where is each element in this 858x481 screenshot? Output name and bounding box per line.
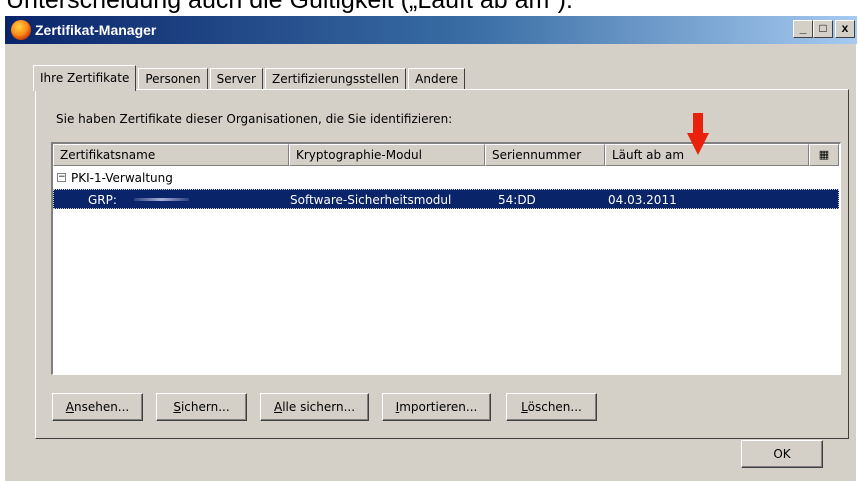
maximize-button[interactable]: □ [813,20,833,38]
firefox-icon [11,20,31,40]
close-button[interactable]: x [835,20,855,38]
delete-button[interactable]: Löschen... [506,393,597,421]
tab-people[interactable]: Personen [138,68,208,90]
backup-all-button[interactable]: Alle sichern... [260,393,369,421]
tree-header: Zertifikatsname Kryptographie-Modul Seri… [53,144,839,166]
column-picker-icon[interactable]: ▦ [809,144,839,166]
column-header-module[interactable]: Kryptographie-Modul [289,144,485,166]
cell-module: Software-Sicherheitsmodul [290,193,452,207]
redacted-name-bar [134,198,189,201]
tab-others[interactable]: Andere [408,68,466,90]
group-label: PKI-1-Verwaltung [71,171,173,185]
collapse-icon[interactable]: − [57,173,66,182]
caption-strip: Unterscheidung auch die Gültigkeit („Läu… [0,0,858,16]
backup-button[interactable]: Sichern... [156,393,247,421]
window-title: Zertifikat-Manager [35,22,157,38]
certificate-manager-window: Zertifikat-Manager _ □ x Ihre Zertifikat… [4,16,857,481]
cell-serial: 54:DD [498,193,536,207]
view-label: nsehen... [73,400,130,414]
tab-your-certificates[interactable]: Ihre Zertifikate [33,65,137,91]
table-row[interactable]: GRP: Software-Sicherheitsmodul 54:DD 04.… [53,189,839,209]
view-accel: A [65,400,74,414]
title-bar[interactable]: Zertifikat-Manager _ □ x [5,16,857,44]
tab-authorities[interactable]: Zertifizierungsstellen [265,68,407,90]
column-header-name[interactable]: Zertifikatsname [53,144,289,166]
window-controls: _ □ x [793,20,855,38]
ok-button[interactable]: OK [741,440,823,468]
intro-text: Sie haben Zertifikate dieser Organisatio… [56,112,453,126]
tree-group-row[interactable]: − PKI-1-Verwaltung [53,168,839,188]
backup-label: ichern... [180,400,230,414]
certificate-tree[interactable]: Zertifikatsname Kryptographie-Modul Seri… [51,142,841,375]
minimize-button[interactable]: _ [793,20,813,38]
import-button[interactable]: Importieren... [382,393,491,421]
tab-strip: Ihre Zertifikate Personen Server Zertifi… [33,64,467,91]
column-header-serial[interactable]: Seriennummer [485,144,605,166]
cell-expires: 04.03.2011 [608,193,677,207]
backup-all-label: lle sichern... [282,400,356,414]
view-button[interactable]: Ansehen... [52,393,143,421]
backup-all-accel: A [273,400,283,414]
caption-text: Unterscheidung auch die Gültigkeit („Läu… [6,0,573,14]
import-label: mportieren... [399,400,478,414]
cell-name: GRP: [88,193,117,207]
delete-label: öschen... [527,400,582,414]
backup-accel: S [173,400,181,414]
red-down-arrow-icon [687,113,709,155]
tab-panel: Sie haben Zertifikate dieser Organisatio… [35,89,849,439]
tab-servers[interactable]: Server [209,68,263,90]
